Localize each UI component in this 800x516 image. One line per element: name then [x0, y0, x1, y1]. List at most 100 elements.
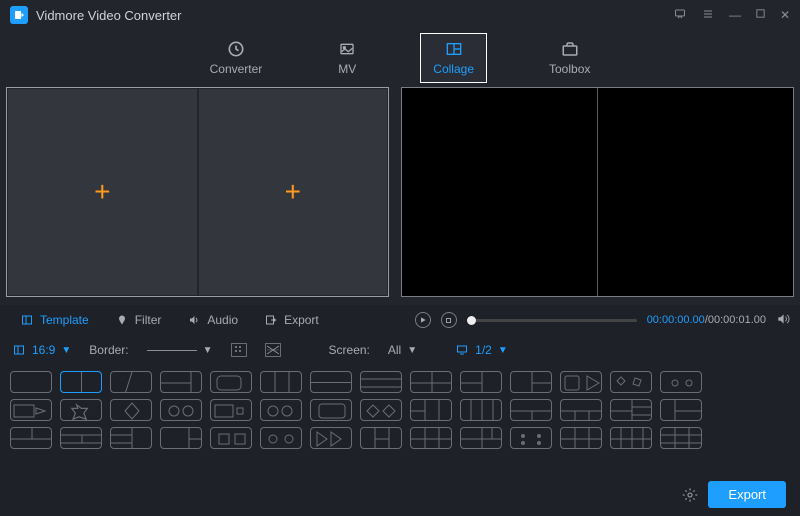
template-item[interactable] [60, 399, 102, 421]
template-icon [20, 314, 34, 326]
tab-bar: Template Filter Audio Export 00:00:00.00… [0, 305, 800, 335]
play-button[interactable] [415, 312, 431, 328]
template-item[interactable] [560, 427, 602, 449]
preview-pane [395, 85, 800, 305]
template-item[interactable] [110, 371, 152, 393]
template-item[interactable] [110, 399, 152, 421]
aspect-ratio-value: 16:9 [32, 343, 55, 357]
converter-icon [225, 40, 247, 58]
border-color-picker[interactable] [231, 343, 247, 357]
nav-collage[interactable]: Collage [420, 33, 487, 83]
preview-canvas [401, 87, 794, 297]
nav-toolbox-label: Toolbox [549, 62, 590, 76]
tab-audio[interactable]: Audio [177, 309, 248, 331]
template-item[interactable] [660, 399, 702, 421]
template-item[interactable] [260, 371, 302, 393]
template-item[interactable] [560, 399, 602, 421]
export-button[interactable]: Export [708, 481, 786, 508]
template-item[interactable] [310, 427, 352, 449]
stop-button[interactable] [441, 312, 457, 328]
title-bar: Vidmore Video Converter — ✕ [0, 0, 800, 30]
template-item[interactable] [210, 399, 252, 421]
template-item[interactable] [460, 427, 502, 449]
template-item[interactable] [460, 371, 502, 393]
template-item[interactable] [610, 371, 652, 393]
template-item[interactable] [160, 371, 202, 393]
preview-cell-2 [598, 88, 793, 296]
template-item[interactable] [610, 399, 652, 421]
monitor-icon [455, 344, 469, 356]
template-item[interactable] [660, 427, 702, 449]
export-icon [264, 314, 278, 326]
close-icon[interactable]: ✕ [780, 8, 790, 23]
collage-cell-2[interactable]: + [199, 89, 388, 295]
footer: Export [682, 481, 786, 508]
audio-icon [187, 314, 201, 326]
screen-label: Screen: [329, 343, 370, 357]
collage-cell-1[interactable]: + [8, 89, 197, 295]
tab-audio-label: Audio [207, 313, 238, 327]
feedback-icon[interactable] [673, 8, 687, 23]
template-item[interactable] [360, 427, 402, 449]
template-item[interactable] [160, 427, 202, 449]
template-item[interactable] [60, 371, 102, 393]
template-item[interactable] [160, 399, 202, 421]
template-item[interactable] [560, 371, 602, 393]
menu-icon[interactable] [701, 8, 715, 23]
template-grid [0, 365, 800, 455]
template-item[interactable] [110, 427, 152, 449]
seek-slider[interactable] [467, 319, 637, 322]
page-select[interactable]: 1/2 ▼ [455, 343, 508, 357]
nav-converter-label: Converter [210, 62, 263, 76]
template-item[interactable] [460, 399, 502, 421]
nav-toolbox[interactable]: Toolbox [537, 34, 602, 82]
template-item[interactable] [210, 371, 252, 393]
toolbox-icon [559, 40, 581, 58]
template-item[interactable] [410, 371, 452, 393]
minimize-icon[interactable]: — [729, 8, 741, 23]
template-item[interactable] [210, 427, 252, 449]
template-item[interactable] [260, 399, 302, 421]
layout-icon [12, 344, 26, 356]
time-total: 00:00:01.00 [708, 314, 766, 326]
preview-cell-1 [402, 88, 598, 296]
top-nav: Converter MV Collage Toolbox [0, 30, 800, 85]
border-style-picker[interactable] [265, 343, 281, 357]
template-item[interactable] [510, 371, 552, 393]
tab-template-label: Template [40, 313, 89, 327]
app-logo-icon [10, 6, 28, 24]
nav-mv[interactable]: MV [324, 34, 370, 82]
template-item[interactable] [360, 399, 402, 421]
template-item[interactable] [510, 427, 552, 449]
tab-export-label: Export [284, 313, 319, 327]
tab-template[interactable]: Template [10, 309, 99, 331]
main-area: + + [0, 85, 800, 305]
template-item[interactable] [10, 371, 52, 393]
settings-icon[interactable] [682, 487, 698, 503]
aspect-ratio-select[interactable]: 16:9 ▼ [12, 343, 71, 357]
template-item[interactable] [310, 371, 352, 393]
template-item[interactable] [510, 399, 552, 421]
border-label: Border: [89, 343, 128, 357]
template-item[interactable] [260, 427, 302, 449]
screen-select[interactable]: All▼ [388, 343, 417, 357]
template-item[interactable] [610, 427, 652, 449]
template-item[interactable] [60, 427, 102, 449]
template-item[interactable] [310, 399, 352, 421]
template-item[interactable] [360, 371, 402, 393]
volume-icon[interactable] [776, 312, 790, 329]
collage-dropzone: + + [6, 87, 389, 297]
template-item[interactable] [10, 399, 52, 421]
nav-converter[interactable]: Converter [198, 34, 275, 82]
nav-collage-label: Collage [433, 62, 474, 76]
template-item[interactable] [660, 371, 702, 393]
template-item[interactable] [410, 399, 452, 421]
maximize-icon[interactable] [755, 8, 766, 23]
border-width-select[interactable]: ▼ [147, 345, 213, 356]
template-item[interactable] [10, 427, 52, 449]
template-item[interactable] [410, 427, 452, 449]
screen-value: All [388, 343, 401, 357]
tab-filter[interactable]: Filter [105, 309, 172, 331]
tab-export[interactable]: Export [254, 309, 329, 331]
tab-filter-label: Filter [135, 313, 162, 327]
